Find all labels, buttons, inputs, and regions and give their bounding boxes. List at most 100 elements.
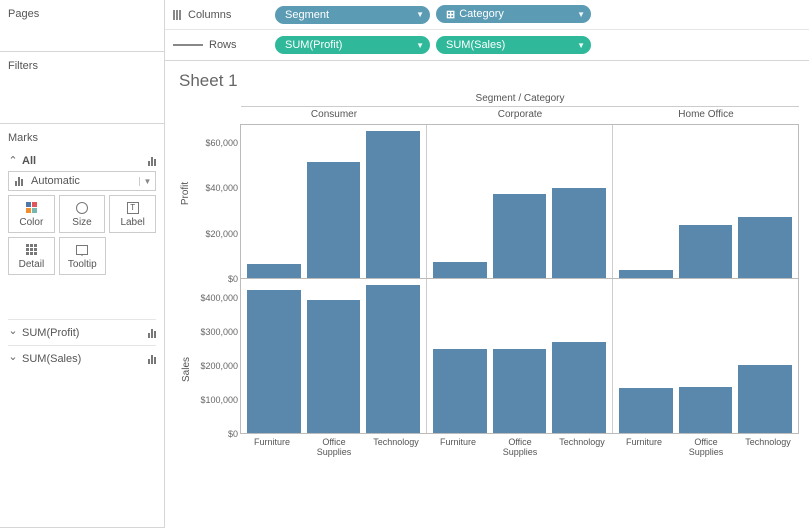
chevron-down-icon: ▼ bbox=[577, 41, 585, 50]
chevron-down-icon: ⌄ bbox=[8, 324, 18, 337]
bar[interactable] bbox=[433, 349, 487, 433]
segment-pane bbox=[427, 125, 613, 278]
segment-pane bbox=[427, 279, 613, 433]
header-label: Segment / Category bbox=[241, 93, 799, 104]
bar[interactable] bbox=[619, 388, 673, 433]
chevron-down-icon: ▼ bbox=[416, 10, 424, 19]
rows-icon bbox=[173, 44, 203, 47]
segment-header[interactable]: Corporate bbox=[427, 106, 613, 124]
category-label[interactable]: Furniture bbox=[427, 434, 489, 458]
tooltip-icon bbox=[76, 245, 88, 255]
marks-measure-sales[interactable]: ⌄ SUM(Sales) bbox=[8, 345, 156, 367]
bar-chart-icon bbox=[148, 328, 156, 338]
y-tick: $20,000 bbox=[205, 229, 238, 239]
pill-category[interactable]: ⊞ Category ▼ bbox=[436, 5, 591, 23]
y-tick: $200,000 bbox=[200, 361, 238, 371]
pages-shelf[interactable]: Pages bbox=[0, 0, 164, 52]
label-label: Label bbox=[120, 217, 144, 228]
pill-label: SUM(Sales) bbox=[446, 39, 505, 51]
pill-label: Category bbox=[459, 8, 504, 20]
bar[interactable] bbox=[493, 194, 547, 278]
bar[interactable] bbox=[247, 264, 301, 278]
category-label[interactable]: Technology bbox=[737, 434, 799, 458]
rows-label: Rows bbox=[209, 39, 237, 51]
size-label: Size bbox=[72, 217, 91, 228]
pill-segment[interactable]: Segment ▼ bbox=[275, 6, 430, 24]
y-tick: $60,000 bbox=[205, 138, 238, 148]
segment-pane bbox=[241, 279, 427, 433]
bar-chart-icon bbox=[148, 354, 156, 364]
bar[interactable] bbox=[307, 300, 361, 433]
sheet-title[interactable]: Sheet 1 bbox=[179, 71, 799, 91]
segment-header[interactable]: Home Office bbox=[613, 106, 799, 124]
bar-chart-icon bbox=[148, 156, 156, 166]
columns-shelf[interactable]: Columns Segment▼⊞Category▼ bbox=[165, 0, 809, 30]
category-label[interactable]: Furniture bbox=[241, 434, 303, 458]
bar[interactable] bbox=[619, 270, 673, 278]
marks-card: Marks ⌃ All Automatic ▼ Color bbox=[0, 124, 164, 528]
label-card[interactable]: T Label bbox=[109, 195, 156, 233]
expand-icon: ⊞ bbox=[446, 8, 455, 21]
y-tick: $300,000 bbox=[200, 327, 238, 337]
chevron-up-icon: ⌃ bbox=[8, 154, 18, 167]
size-card[interactable]: Size bbox=[59, 195, 106, 233]
bar[interactable] bbox=[552, 188, 606, 278]
tooltip-label: Tooltip bbox=[68, 259, 97, 270]
mark-type-dropdown[interactable]: Automatic ▼ bbox=[8, 171, 156, 191]
marks-all-label: All bbox=[22, 155, 36, 167]
y-tick: $100,000 bbox=[200, 395, 238, 405]
detail-icon bbox=[26, 244, 37, 255]
chevron-down-icon: ▼ bbox=[139, 177, 155, 186]
main: Columns Segment▼⊞Category▼ Rows SUM(Prof… bbox=[165, 0, 809, 528]
detail-card[interactable]: Detail bbox=[8, 237, 55, 275]
chevron-down-icon: ⌄ bbox=[8, 350, 18, 363]
rows-shelf[interactable]: Rows SUM(Profit) ▼ SUM(Sales) ▼ bbox=[165, 30, 809, 60]
sales-axis-label: Sales bbox=[181, 357, 192, 382]
tooltip-card[interactable]: Tooltip bbox=[59, 237, 106, 275]
bar[interactable] bbox=[738, 217, 792, 278]
category-label[interactable]: OfficeSupplies bbox=[675, 434, 737, 458]
bar[interactable] bbox=[307, 162, 361, 278]
bar[interactable] bbox=[679, 225, 733, 278]
detail-label: Detail bbox=[19, 259, 45, 270]
segment-header[interactable]: Consumer bbox=[241, 106, 427, 124]
bar[interactable] bbox=[738, 365, 792, 433]
bar[interactable] bbox=[433, 262, 487, 278]
chevron-down-icon: ▼ bbox=[577, 10, 585, 19]
chevron-down-icon: ▼ bbox=[416, 41, 424, 50]
bar-chart-icon bbox=[15, 176, 23, 186]
marks-title: Marks bbox=[8, 130, 156, 150]
category-label[interactable]: OfficeSupplies bbox=[489, 434, 551, 458]
marks-measure-profit[interactable]: ⌄ SUM(Profit) bbox=[8, 319, 156, 341]
bar[interactable] bbox=[679, 387, 733, 433]
segment-pane bbox=[241, 125, 427, 278]
category-label[interactable]: Technology bbox=[365, 434, 427, 458]
bar[interactable] bbox=[247, 290, 301, 433]
color-icon bbox=[26, 202, 37, 213]
columns-icon bbox=[173, 10, 182, 20]
marks-measure-label: SUM(Sales) bbox=[22, 353, 81, 365]
filters-shelf[interactable]: Filters bbox=[0, 52, 164, 124]
y-tick: $0 bbox=[228, 429, 238, 439]
color-label: Color bbox=[19, 217, 43, 228]
segment-pane bbox=[613, 125, 799, 278]
segment-pane bbox=[613, 279, 799, 433]
pill-label: Segment bbox=[285, 9, 329, 21]
marks-all-row[interactable]: ⌃ All bbox=[8, 150, 156, 171]
color-card[interactable]: Color bbox=[8, 195, 55, 233]
pill-label: SUM(Profit) bbox=[285, 39, 342, 51]
bar[interactable] bbox=[366, 285, 420, 434]
bar[interactable] bbox=[552, 342, 606, 433]
bar[interactable] bbox=[493, 349, 547, 433]
category-label[interactable]: Technology bbox=[551, 434, 613, 458]
pill-sum-profit-[interactable]: SUM(Profit) ▼ bbox=[275, 36, 430, 54]
sidebar: Pages Filters Marks ⌃ All Automatic ▼ bbox=[0, 0, 165, 528]
marks-measure-label: SUM(Profit) bbox=[22, 327, 79, 339]
pages-title: Pages bbox=[8, 6, 156, 26]
shelves: Columns Segment▼⊞Category▼ Rows SUM(Prof… bbox=[165, 0, 809, 61]
pill-sum-sales-[interactable]: SUM(Sales) ▼ bbox=[436, 36, 591, 54]
filters-title: Filters bbox=[8, 58, 156, 78]
bar[interactable] bbox=[366, 131, 420, 278]
category-label[interactable]: OfficeSupplies bbox=[303, 434, 365, 458]
category-label[interactable]: Furniture bbox=[613, 434, 675, 458]
